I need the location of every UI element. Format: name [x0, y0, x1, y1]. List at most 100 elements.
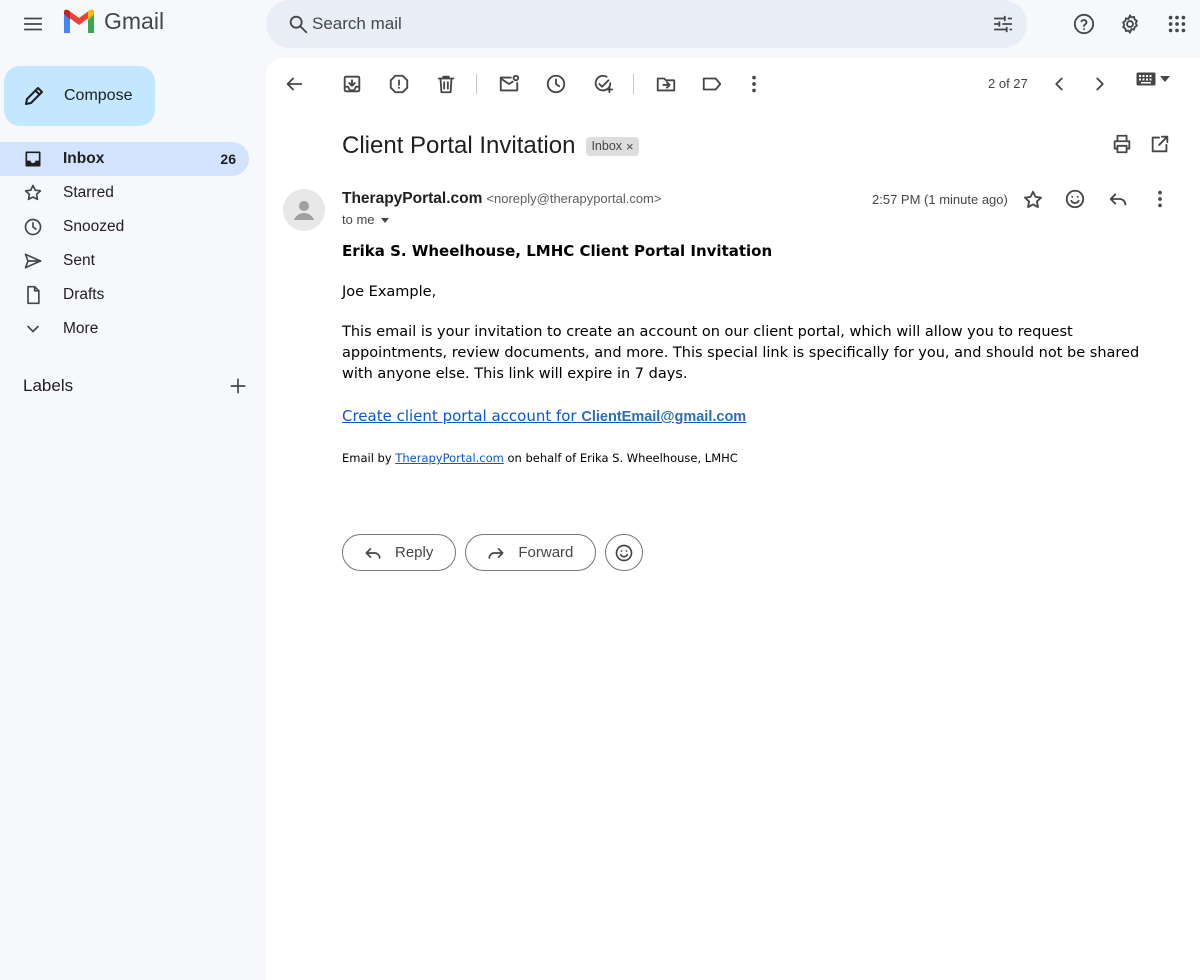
back-button[interactable]: [274, 64, 314, 104]
report-spam-button[interactable]: [379, 64, 419, 104]
star-button[interactable]: [1013, 180, 1053, 220]
input-tools-button[interactable]: [1136, 72, 1170, 86]
archive-button[interactable]: [332, 64, 372, 104]
sidebar-item-label: Starred: [63, 184, 114, 201]
sidebar-item-label: Inbox: [63, 150, 105, 167]
mark-unread-icon: [499, 74, 520, 92]
more-vertical-icon: [1158, 190, 1162, 208]
reaction-button[interactable]: [605, 534, 644, 571]
clock-icon: [546, 74, 566, 94]
clock-icon: [24, 218, 42, 236]
inbox-label-chip: Inbox ×: [586, 136, 639, 156]
more-actions-button[interactable]: [734, 64, 774, 104]
forward-button[interactable]: Forward: [465, 534, 597, 571]
labels-heading: Labels: [23, 376, 74, 395]
sender-line: TherapyPortal.com <noreply@therapyportal…: [342, 190, 661, 208]
main-menu-button[interactable]: [13, 4, 53, 44]
more-vertical-icon: [752, 75, 756, 93]
send-icon: [24, 253, 42, 269]
labels-section-header: Labels: [23, 374, 248, 398]
delete-button[interactable]: [426, 64, 466, 104]
inbox-icon: [25, 151, 41, 167]
print-all-button[interactable]: [1102, 124, 1142, 164]
keyboard-icon: [1136, 72, 1156, 86]
emoji-icon: [616, 544, 633, 561]
trash-icon: [437, 75, 455, 94]
settings-button[interactable]: [1110, 4, 1150, 44]
email-body: Erika S. Wheelhouse, LMHC Client Portal …: [342, 240, 1168, 465]
sender-avatar[interactable]: [283, 189, 325, 231]
gmail-logo[interactable]: Gmail: [62, 8, 164, 35]
folder-move-icon: [656, 77, 676, 92]
google-apps-button[interactable]: [1157, 4, 1197, 44]
archive-icon: [343, 75, 361, 93]
person-icon: [294, 201, 314, 220]
task-add-icon: [594, 74, 614, 94]
message-toolbar: 2 of 27: [274, 64, 1184, 104]
email-paragraph: This email is your invitation to create …: [342, 324, 1140, 382]
message-pager: 2 of 27: [988, 76, 1028, 91]
draft-file-icon: [27, 285, 40, 305]
chevron-down-icon: [27, 325, 39, 333]
newer-message-button[interactable]: [1039, 64, 1079, 104]
search-input[interactable]: [312, 0, 952, 48]
snooze-button[interactable]: [536, 64, 576, 104]
sidebar-item-inbox[interactable]: Inbox 26: [0, 142, 249, 176]
star-icon: [1024, 190, 1042, 208]
search-options-button[interactable]: [983, 4, 1023, 44]
remove-label-icon[interactable]: ×: [626, 139, 634, 154]
email-heading: Erika S. Wheelhouse, LMHC Client Portal …: [342, 242, 773, 260]
compose-label: Compose: [64, 87, 133, 104]
email-greeting: Joe Example,: [342, 284, 437, 300]
sidebar-item-label: More: [63, 320, 99, 337]
open-new-window-button[interactable]: [1140, 124, 1180, 164]
chevron-left-icon: [1055, 77, 1063, 91]
footer-prefix: Email by: [342, 451, 396, 465]
open-in-new-icon: [1151, 135, 1169, 153]
inbox-unread-count: 26: [220, 151, 236, 167]
reply-button[interactable]: Reply: [342, 534, 457, 571]
reply-icon: [1109, 193, 1127, 206]
footer-suffix: on behalf of Erika S. Wheelhouse, LMHC: [503, 451, 738, 465]
emoji-icon: [1065, 189, 1085, 209]
add-to-tasks-button[interactable]: [583, 64, 623, 104]
pencil-icon: [25, 87, 43, 105]
caret-down-icon: [1160, 76, 1170, 82]
sender-email: <noreply@therapyportal.com>: [486, 191, 662, 206]
sidebar-item-sent[interactable]: Sent: [0, 244, 249, 278]
subject-row: Client Portal Invitation Inbox ×: [342, 132, 639, 160]
search-icon: [289, 15, 308, 34]
cta-text: Create client portal account for: [342, 407, 582, 425]
help-icon: [1073, 13, 1095, 35]
plus-icon[interactable]: [228, 376, 248, 396]
sidebar-item-drafts[interactable]: Drafts: [0, 278, 249, 312]
apps-grid-icon: [1168, 15, 1186, 33]
create-account-link[interactable]: Create client portal account for ClientE…: [342, 407, 746, 425]
printer-icon: [1113, 134, 1131, 154]
toolbar-divider: [476, 74, 477, 94]
recipient-label: to me: [342, 212, 375, 227]
sidebar-item-snoozed[interactable]: Snoozed: [0, 210, 249, 244]
add-reaction-button[interactable]: [1055, 179, 1095, 219]
inbox-chip-label: Inbox: [591, 139, 623, 153]
message-more-button[interactable]: [1140, 179, 1180, 219]
mark-unread-button[interactable]: [489, 64, 529, 104]
recipient-details-toggle[interactable]: to me: [342, 212, 389, 227]
sidebar-item-starred[interactable]: Starred: [0, 176, 249, 210]
older-message-button[interactable]: [1080, 64, 1120, 104]
sidebar-item-label: Snoozed: [63, 218, 125, 235]
compose-button[interactable]: Compose: [4, 66, 155, 126]
reply-icon-button[interactable]: [1098, 179, 1138, 219]
sidebar-item-more[interactable]: More: [0, 312, 249, 346]
support-button[interactable]: [1064, 4, 1104, 44]
gmail-m-icon: [64, 9, 94, 33]
sidebar-nav: Inbox 26 Starred Snoozed Sent Drafts Mor…: [0, 142, 249, 346]
footer-link[interactable]: TherapyPortal.com: [395, 451, 504, 465]
message-view: 2 of 27 Client Portal Invitation Inbox ×…: [266, 58, 1200, 980]
forward-label: Forward: [518, 544, 574, 561]
sender-name[interactable]: TherapyPortal.com: [342, 190, 482, 208]
move-to-button[interactable]: [646, 64, 686, 104]
arrow-left-icon: [286, 77, 303, 91]
hamburger-menu-icon: [23, 17, 43, 31]
labels-button[interactable]: [692, 64, 732, 104]
